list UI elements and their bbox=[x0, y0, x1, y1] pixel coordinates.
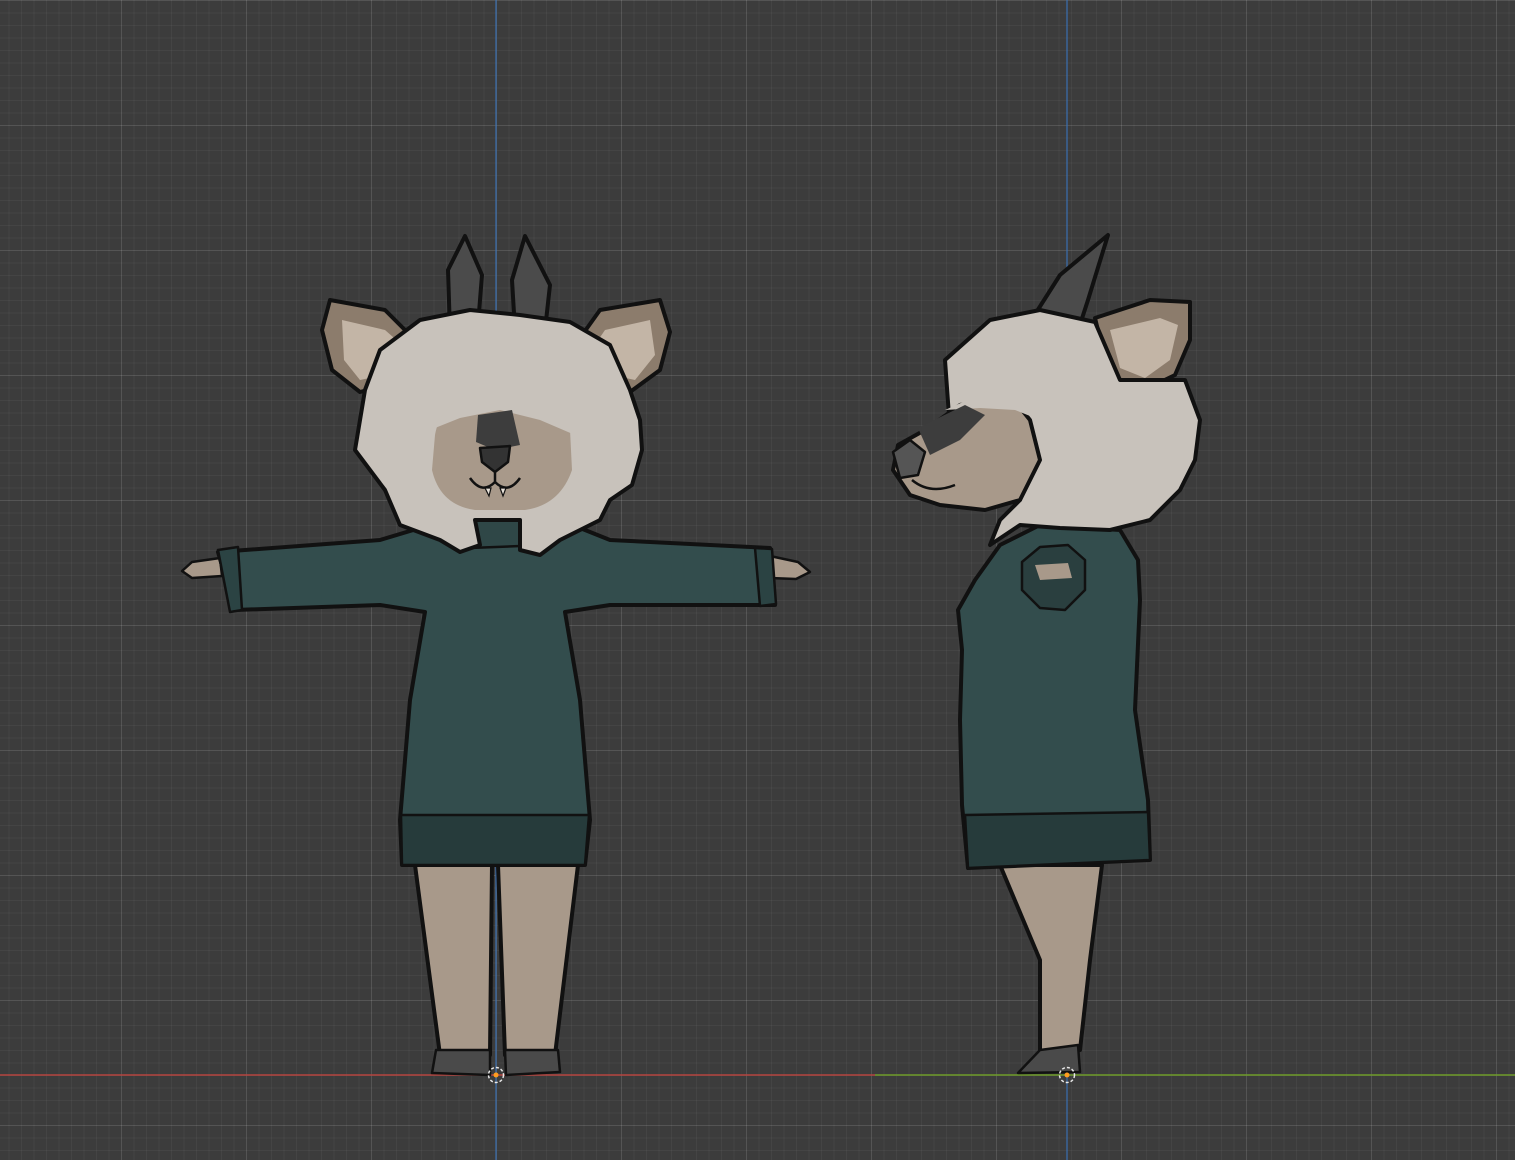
sweater-front bbox=[216, 511, 777, 867]
shoe-side bbox=[1016, 1043, 1082, 1075]
patch-emblem-side bbox=[1035, 563, 1072, 580]
right-shoe-front bbox=[503, 1048, 562, 1077]
sweater-hem-front bbox=[399, 813, 591, 867]
left-shoe-front bbox=[430, 1048, 492, 1077]
left-leg-front bbox=[413, 863, 494, 1057]
scene-canvas[interactable] bbox=[0, 0, 1515, 1160]
leg-side bbox=[998, 863, 1104, 1057]
right-cuff-front bbox=[753, 546, 778, 608]
left-cuff-front bbox=[216, 545, 244, 614]
3d-viewport[interactable] bbox=[0, 0, 1515, 1160]
left-hand-front bbox=[180, 556, 224, 580]
character-side-view[interactable] bbox=[891, 233, 1202, 1084]
right-hand-front bbox=[768, 554, 812, 581]
right-leg-front bbox=[496, 863, 580, 1057]
sweater-hem-side bbox=[963, 810, 1152, 870]
